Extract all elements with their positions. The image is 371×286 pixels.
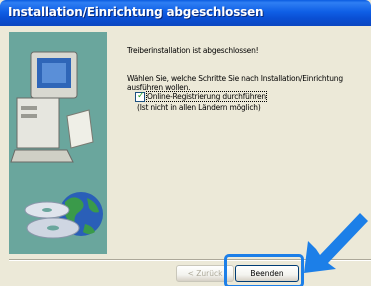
online-registration-checkbox[interactable]: ✓ xyxy=(135,91,145,102)
computer-icon xyxy=(10,51,94,163)
side-panel xyxy=(9,32,107,254)
availability-note: (Ist nicht in allen Ländern möglich) xyxy=(137,103,261,112)
installer-window: Installation/Einrichtung abgeschlossen T… xyxy=(0,0,371,286)
checkmark-icon: ✓ xyxy=(137,91,145,101)
window-title: Installation/Einrichtung abgeschlossen xyxy=(8,5,264,19)
finish-button-highlight xyxy=(224,254,304,286)
pointer-arrow-icon xyxy=(304,213,368,273)
title-bar[interactable]: Installation/Einrichtung abgeschlossen xyxy=(0,0,371,26)
status-text: Treiberinstallation ist abgeschlossen! xyxy=(127,46,259,55)
online-registration-label[interactable]: Online-Registrierung durchführen xyxy=(146,91,267,102)
instruction-text-1: Wählen Sie, welche Schritte Sie nach Ins… xyxy=(127,74,343,83)
